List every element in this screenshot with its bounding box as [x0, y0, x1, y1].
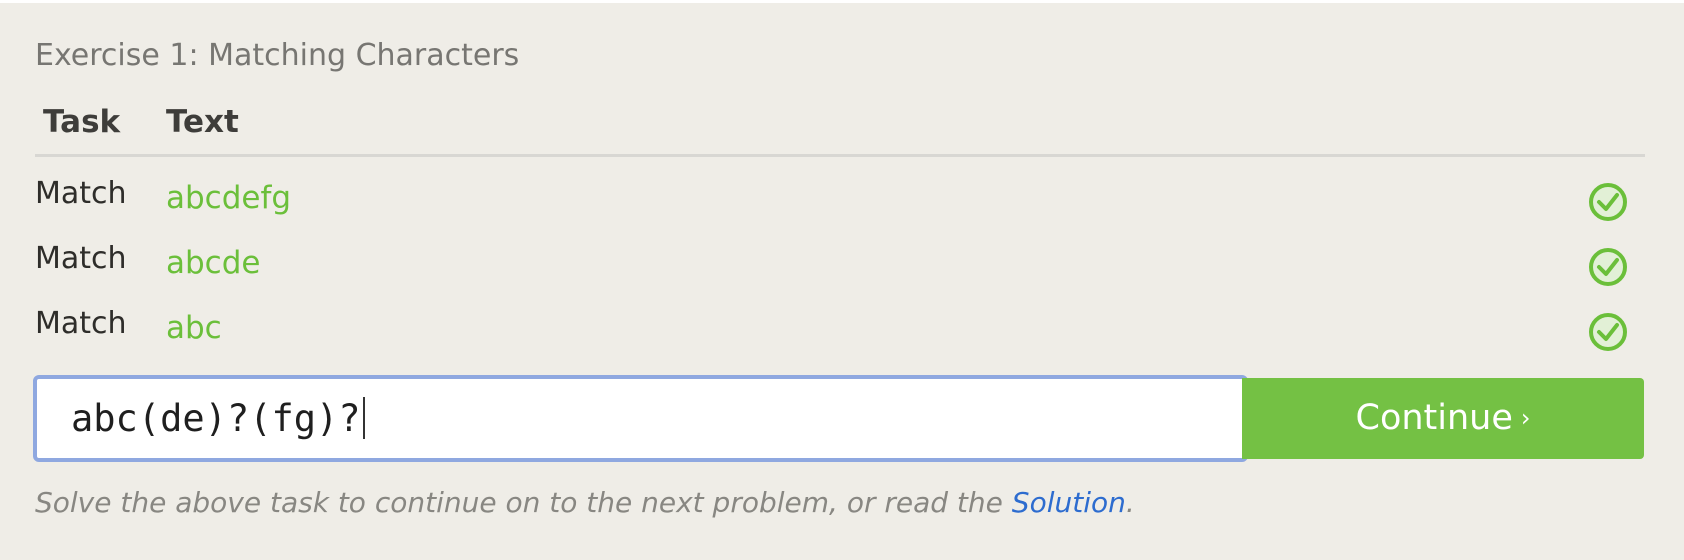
- regex-input[interactable]: abc(de)?(fg)?: [33, 375, 1248, 462]
- header-text: Text: [166, 104, 239, 140]
- table-row: Match abcdefg: [35, 163, 1645, 228]
- instructions-note: Solve the above task to continue on to t…: [35, 486, 1135, 519]
- table-header: Task Text: [35, 96, 1645, 157]
- note-end: .: [1125, 486, 1135, 519]
- header-task: Task: [43, 104, 121, 140]
- task-table: Task Text Match abcdefg Match abcde Matc…: [35, 96, 1645, 358]
- chevron-right-icon: ›: [1520, 404, 1531, 432]
- table-row: Match abcde: [35, 228, 1645, 293]
- solution-link[interactable]: Solution: [1012, 486, 1126, 519]
- note-text: Solve the above task to continue on to t…: [35, 486, 1012, 519]
- task-text: abcde: [166, 245, 261, 281]
- task-label: Match: [35, 241, 127, 276]
- table-row: Match abc: [35, 293, 1645, 358]
- check-circle-icon: [1589, 248, 1627, 286]
- continue-label: Continue: [1355, 398, 1513, 438]
- check-circle-icon: [1589, 313, 1627, 351]
- check-circle-icon: [1589, 183, 1627, 221]
- regex-value-text: abc(de)?(fg)?: [71, 397, 361, 440]
- text-caret: [362, 396, 365, 439]
- task-label: Match: [35, 306, 127, 341]
- answer-row: abc(de)?(fg)? Continue ›: [33, 375, 1645, 462]
- continue-button[interactable]: Continue ›: [1242, 378, 1644, 459]
- task-text: abcdefg: [166, 180, 292, 216]
- exercise-title: Exercise 1: Matching Characters: [35, 38, 520, 73]
- task-label: Match: [35, 176, 127, 211]
- task-text: abc: [166, 310, 222, 346]
- regex-input-value: abc(de)?(fg)?: [71, 379, 365, 458]
